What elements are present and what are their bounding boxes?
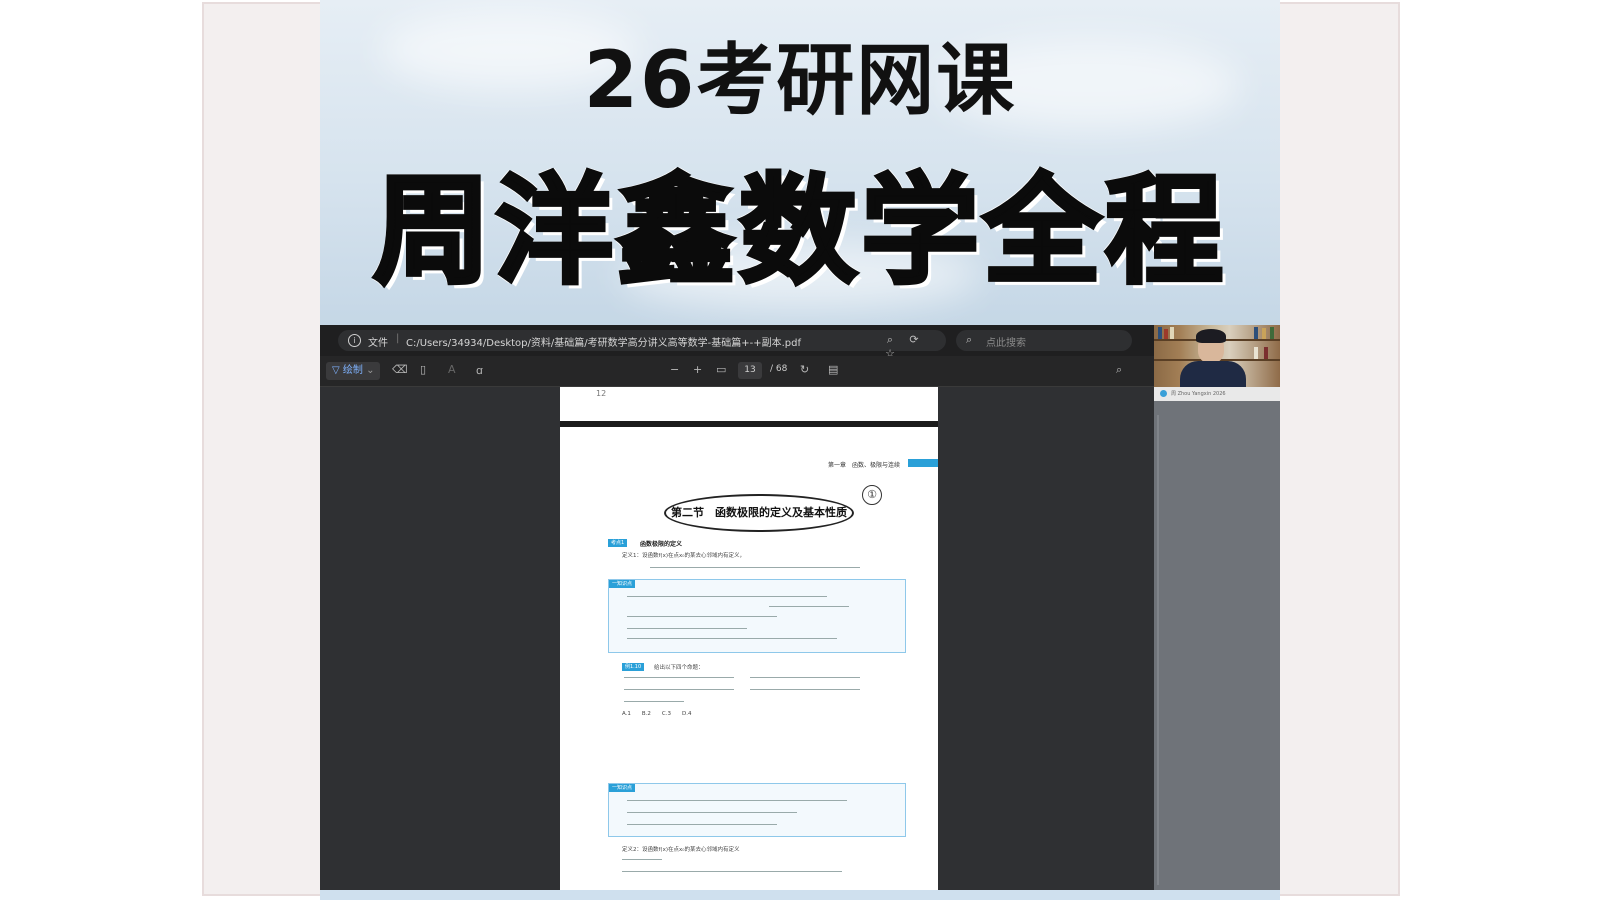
previous-page: 12 [560, 387, 938, 427]
url-field[interactable]: i 文件 | C:/Users/34934/Desktop/资料/基础篇/考研数… [338, 330, 946, 360]
split-view-icon[interactable]: ▯ [420, 363, 426, 376]
page-number-input[interactable]: 13 [738, 362, 762, 379]
draw-icon: ▽ [332, 365, 340, 376]
refresh-icon[interactable]: ⟳ [902, 333, 926, 346]
find-icon[interactable]: ⌕ [1116, 363, 1122, 377]
eraser-icon[interactable]: ⌫ [392, 363, 408, 376]
page-total: / 68 [770, 364, 788, 374]
previous-page-number: 12 [596, 389, 607, 398]
answer-options: A.1 B.2 C.3 D.4 [622, 711, 692, 717]
webcam-label-bar: 周 Zhou Yangxin 2026 [1154, 387, 1280, 401]
topic-title: 函数极限的定义 [640, 541, 683, 548]
draw-label: 绘制 [342, 365, 363, 376]
chapter-bar [908, 459, 938, 467]
zoom-out-icon[interactable]: − [670, 363, 679, 376]
two-page-icon[interactable]: ▤ [828, 363, 838, 376]
definition2-line: 定义2：设函数f(x)在点x₀的某去心邻域内有定义 [622, 847, 740, 853]
file-label: 文件 [368, 338, 388, 349]
current-page: 第一章 函数、极限与连续 第二节 函数极限的定义及基本性质 ① 考点1 函数极限… [560, 427, 938, 890]
chevron-down-icon: ⌄ [366, 365, 375, 376]
info-icon[interactable]: i [348, 334, 361, 347]
address-bar: i 文件 | C:/Users/34934/Desktop/资料/基础篇/考研数… [320, 325, 1154, 360]
section-title: 第二节 函数极限的定义及基本性质 [664, 494, 854, 532]
url-separator: | [396, 333, 400, 344]
webcam-feed [1154, 325, 1280, 387]
zoom-icon[interactable]: ⌕ [878, 333, 902, 347]
fit-page-icon[interactable]: ▭ [716, 363, 726, 376]
note-box: 一知识点 [608, 579, 906, 653]
search-field[interactable]: ⌕ 点此搜索 [956, 330, 1132, 351]
pdf-viewer[interactable]: 12 第一章 函数、极限与连续 第二节 函数极限的定义及基本性质 ① 考点1 函… [320, 387, 1154, 890]
note-tag-2: 一知识点 [609, 784, 636, 792]
side-panel: 周 Zhou Yangxin 2026 [1154, 325, 1280, 890]
search-icon: ⌕ [966, 333, 973, 346]
zoom-in-icon[interactable]: + [693, 363, 702, 376]
course-year-title: 26考研网课 [583, 36, 1017, 126]
bottom-strip [320, 890, 1280, 900]
chapter-header: 第一章 函数、极限与连续 [827, 462, 900, 469]
draw-button[interactable]: ▽ 绘制 ⌄ [326, 362, 381, 380]
title-banner: 26考研网课 周洋鑫数学全程班 [320, 0, 1280, 473]
annotation-circle: ① [862, 485, 882, 505]
example-line: 给出以下四个命题： [654, 665, 704, 671]
webcam-label: 周 Zhou Yangxin 2026 [1171, 391, 1226, 397]
definition-line: 定义1：设函数f(x)在点x₀的某去心邻域内有定义， [622, 553, 745, 559]
video-poster: 26考研网课 周洋鑫数学全程班 i 文件 | C:/Users/34934/De… [320, 0, 1280, 900]
rotate-icon[interactable]: ↻ [800, 363, 809, 376]
note-box-2: 一知识点 [608, 783, 906, 837]
pdf-toolbar: ▽ 绘制 ⌄ ⌫ ▯ A ꭤ − + ▭ 13 / 68 ↻ ▤ ⌕ [320, 356, 1154, 387]
note-tag: 一知识点 [609, 580, 636, 588]
example-tag: 例1.10 [622, 663, 645, 671]
search-placeholder: 点此搜索 [986, 338, 1026, 349]
read-aloud-icon[interactable]: ꭤ [476, 363, 483, 378]
text-icon[interactable]: A [448, 363, 456, 376]
url-text: C:/Users/34934/Desktop/资料/基础篇/考研数学高分讲义高等… [406, 338, 801, 349]
screen-recording: i 文件 | C:/Users/34934/Desktop/资料/基础篇/考研数… [320, 325, 1280, 890]
topic-tag: 考点1 [608, 539, 628, 547]
